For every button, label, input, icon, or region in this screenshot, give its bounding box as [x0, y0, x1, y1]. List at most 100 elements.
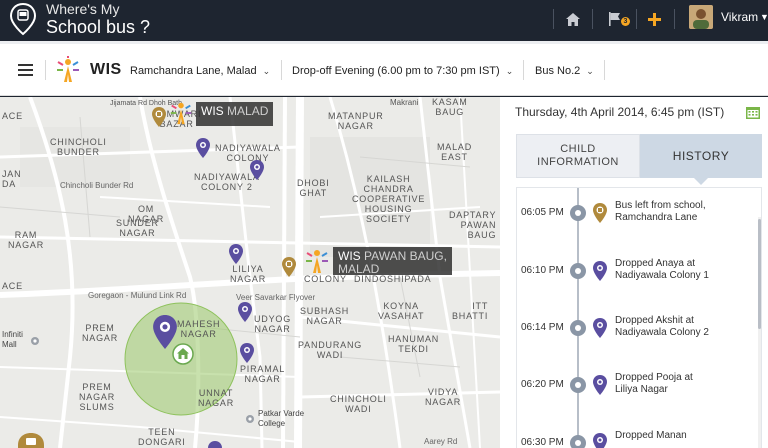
chevron-down-icon: ⌄ [505, 66, 514, 76]
bus-value: Bus No.2 [535, 65, 581, 77]
timeline-dot-icon [570, 320, 586, 336]
stop-pin-icon [593, 433, 607, 448]
location-dropdown[interactable]: Ramchandra Lane, Malad ⌄ [130, 65, 270, 77]
add-button[interactable] [646, 9, 662, 29]
panel-divider [500, 97, 508, 448]
home-icon [566, 12, 580, 26]
map-label: Goregaon - Mulund Link Rd [88, 291, 187, 300]
timeline-entry[interactable]: 06:30 PM Dropped Manan [517, 430, 761, 448]
topbar-divider [592, 9, 593, 29]
map-label: LILIYA NAGAR [230, 264, 267, 284]
map-label: UNNAT NAGAR [198, 388, 235, 408]
stop-pin-icon [593, 375, 607, 395]
school-logo-icon [170, 102, 192, 125]
user-menu-caret-icon[interactable]: ▼ [760, 12, 768, 22]
filter-divider [604, 60, 605, 80]
map-label: SUBHASH NAGAR [300, 306, 350, 326]
map-label: DHOBI GHAT [297, 178, 330, 198]
tab-history[interactable]: HISTORY [640, 134, 762, 185]
home-marker-icon[interactable] [172, 343, 194, 365]
trip-dropdown[interactable]: Drop-off Evening (6.00 pm to 7:30 pm IST… [292, 65, 513, 77]
map-label: PREM NAGAR SLUMS [79, 382, 116, 412]
bus-pin-icon[interactable] [152, 107, 166, 127]
school-brand: WIS [90, 61, 122, 78]
bus-pin-icon[interactable] [282, 257, 296, 277]
entry-line2: Nadiyawala Colony 2 [615, 327, 709, 338]
bus-dropdown[interactable]: Bus No.2 ⌄ [535, 65, 594, 77]
school-tag-malad[interactable]: WIS MALAD [196, 102, 274, 126]
map-label: NADIYAWALA COLONY [215, 143, 281, 163]
map-label: CHINCHOLI WADI [330, 394, 387, 414]
map-label: MALAD EAST [437, 142, 473, 162]
entry-line1: Dropped Pooja at [615, 372, 693, 383]
map-label: HANUMAN TEKDI [388, 334, 440, 354]
plus-icon [647, 12, 661, 26]
map-view[interactable]: ACE SOMWARI BAZAR Jijamata Rd Dhoh Bath … [0, 97, 500, 448]
stop-pin-icon [593, 261, 607, 281]
stop-pin-icon[interactable] [250, 160, 264, 180]
chevron-down-icon: ⌄ [262, 66, 271, 76]
flag-icon [609, 12, 620, 26]
map-label: MAHESH NAGAR [177, 319, 221, 339]
stop-pin-icon[interactable] [240, 343, 254, 363]
current-date: Thursday, 4th April 2014, 6:45 pm (IST) [515, 105, 725, 119]
history-timeline[interactable]: 06:05 PM Bus left from school, Ramchandra… [516, 187, 762, 448]
app-title-line1: Where's My [46, 1, 120, 17]
map-label: TEEN DONGARI [138, 427, 186, 447]
user-avatar[interactable] [689, 5, 713, 29]
tab-label: HISTORY [672, 148, 730, 163]
timeline-dot-icon [570, 205, 586, 221]
map-label: KAILASH CHANDRA COOPERATIVE HOUSING SOCI… [352, 174, 426, 224]
filter-divider [523, 60, 524, 80]
timeline-entry[interactable]: 06:05 PM Bus left from school, Ramchandra… [517, 200, 761, 240]
user-name[interactable]: Vikram [721, 10, 758, 24]
stop-pin-icon[interactable] [229, 244, 243, 264]
college-poi-icon [246, 415, 254, 423]
calendar-icon[interactable] [746, 106, 760, 119]
panel-tabs: CHILD INFORMATION HISTORY [516, 134, 762, 185]
school-tag-brand: WIS [338, 249, 361, 263]
entry-line2: Liliya Nagar [615, 384, 668, 395]
top-bar: Where's My School bus ? 3 Vikram ▼ [0, 0, 768, 41]
school-tag-place: MALAD [227, 104, 269, 118]
entry-line1: Dropped Manan [615, 430, 687, 441]
hamburger-menu-icon[interactable] [18, 64, 33, 76]
filter-divider [281, 60, 282, 80]
map-label: PIRAMAL NAGAR [240, 364, 286, 384]
app-logo-icon[interactable] [8, 2, 38, 36]
tab-child-information[interactable]: CHILD INFORMATION [516, 134, 640, 178]
map-label: Makrani [390, 98, 419, 107]
timeline-entry[interactable]: 06:14 PM Dropped Akshit at Nadiyawala Col… [517, 315, 761, 355]
timeline-entry[interactable]: 06:10 PM Dropped Anaya at Nadiyawala Colo… [517, 258, 761, 298]
home-button[interactable] [565, 9, 581, 29]
entry-text: Bus left from school, Ramchandra Lane [615, 200, 706, 224]
bus-location-icon[interactable] [18, 433, 44, 448]
map-label: VIDYA NAGAR [425, 387, 462, 407]
topbar-divider [553, 9, 554, 29]
timeline-dot-icon [570, 377, 586, 393]
stop-pin-icon[interactable] [238, 302, 252, 322]
entry-time: 06:10 PM [521, 265, 564, 276]
school-tag-place: PAWAN BAUG, [364, 249, 447, 263]
school-tag-pawan-baug[interactable]: WIS PAWAN BAUG, MALAD [333, 247, 452, 276]
notification-badge: 3 [621, 17, 630, 26]
app-root: Where's My School bus ? 3 Vikram ▼ WIS R… [0, 0, 768, 448]
map-label: RAM NAGAR [8, 230, 45, 250]
map-label: Chincholi Bunder Rd [60, 181, 134, 190]
entry-time: 06:20 PM [521, 379, 564, 390]
timeline-entry[interactable]: 06:20 PM Dropped Pooja at Liliya Nagar [517, 372, 761, 412]
notifications-button[interactable]: 3 [604, 9, 630, 29]
timeline-dot-icon [570, 435, 586, 448]
stop-pin-icon[interactable] [208, 441, 222, 448]
stop-pin-icon[interactable] [196, 138, 210, 158]
map-label: Infiniti Mall [2, 330, 23, 349]
map-label: ITT BHATTI [452, 301, 489, 321]
tab-label: CHILD INFORMATION [537, 143, 619, 169]
school-tag-brand: WIS [201, 104, 224, 118]
scrollbar-thumb[interactable] [758, 219, 761, 329]
school-tag-place-line2: MALAD [338, 262, 380, 276]
avatar-photo-icon [689, 5, 713, 29]
history-panel: Thursday, 4th April 2014, 6:45 pm (IST) … [508, 97, 768, 448]
tab-label-line2: INFORMATION [537, 156, 619, 168]
entry-line1: Dropped Akshit at [615, 315, 694, 326]
